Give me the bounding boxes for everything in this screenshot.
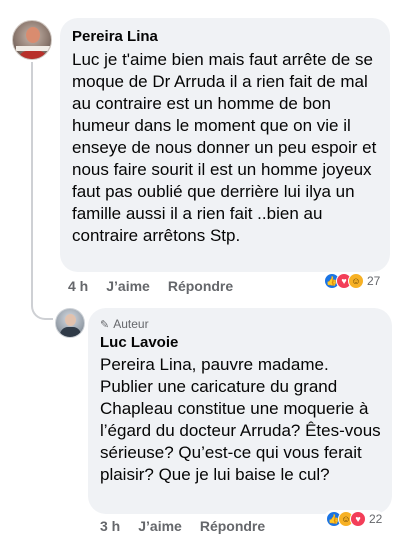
pencil-icon: ✎ xyxy=(100,318,110,331)
reaction-count: 22 xyxy=(369,512,383,526)
reply-bubble: ✎ Auteur Luc Lavoie Pereira Lina, pauvre… xyxy=(88,308,392,514)
reply-author[interactable]: Luc Lavoie xyxy=(100,334,178,351)
like-button[interactable]: J’aime xyxy=(138,518,182,534)
comment-text: Luc je t'aime bien mais faut arrête de s… xyxy=(72,50,377,245)
avatar-body xyxy=(19,51,47,59)
avatar-suit xyxy=(60,327,81,337)
avatar-face xyxy=(26,27,40,43)
reply-timestamp[interactable]: 3 h xyxy=(100,518,120,534)
like-button[interactable]: J’aime xyxy=(106,278,150,294)
avatar-pereira-lina[interactable] xyxy=(12,20,52,60)
reaction-summary[interactable]: 👍 ♥ ☺ 27 xyxy=(322,272,383,290)
reply-button[interactable]: Répondre xyxy=(168,278,233,294)
avatar-head xyxy=(65,314,76,326)
thread-line xyxy=(31,62,33,278)
comment-bubble: Pereira Lina Luc je t'aime bien mais fau… xyxy=(60,18,390,272)
comment-timestamp[interactable]: 4 h xyxy=(68,278,88,294)
comment-thread: Pereira Lina Luc je t'aime bien mais fau… xyxy=(0,0,400,540)
reply-actions: 3 h J’aime Répondre xyxy=(100,518,265,534)
comment-actions: 4 h J’aime Répondre xyxy=(68,278,233,294)
reaction-summary[interactable]: 👍 ☺ ♥ 22 xyxy=(324,510,385,528)
love-icon: ♥ xyxy=(350,511,366,527)
author-badge: ✎ Auteur xyxy=(100,317,149,331)
comment-author[interactable]: Pereira Lina xyxy=(72,28,158,45)
avatar-luc-lavoie[interactable] xyxy=(55,308,85,338)
author-badge-label: Auteur xyxy=(113,317,149,331)
reply-button[interactable]: Répondre xyxy=(200,518,265,534)
reply-text: Pereira Lina, pauvre madame. Publier une… xyxy=(100,355,381,484)
thread-connector xyxy=(31,278,53,320)
haha-icon: ☺ xyxy=(348,273,364,289)
reaction-count: 27 xyxy=(367,274,381,288)
